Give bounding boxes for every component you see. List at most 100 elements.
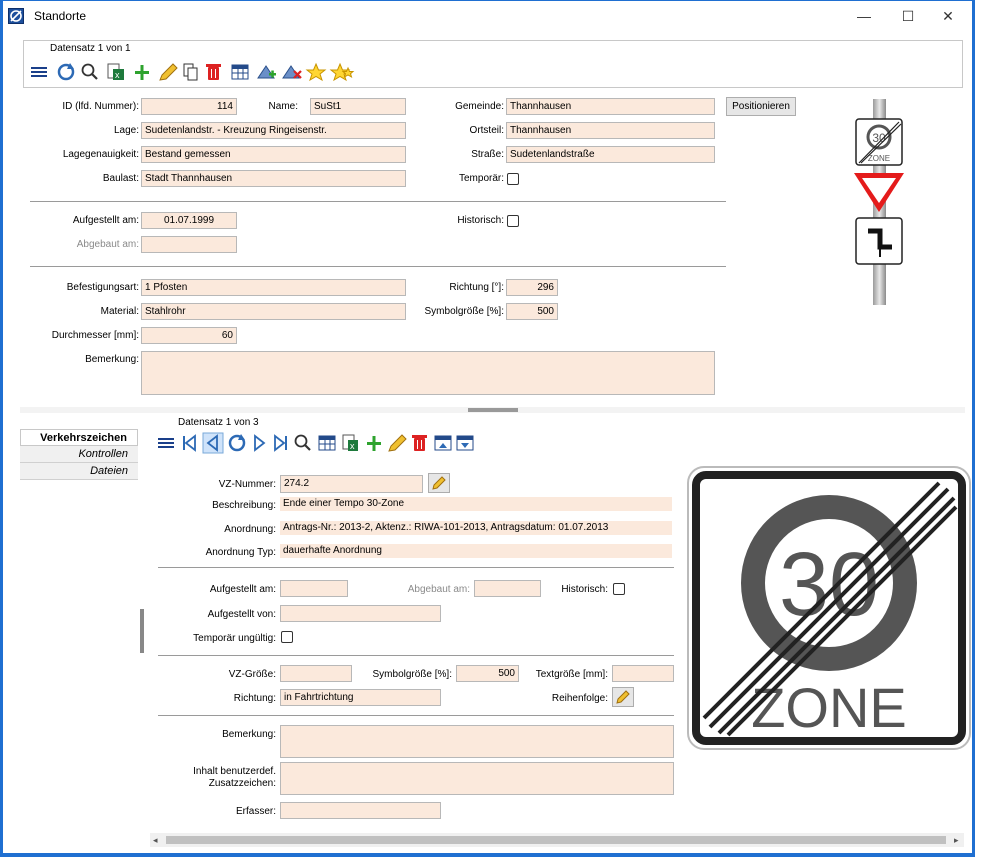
close-button[interactable]: ✕: [932, 5, 964, 27]
menu-icon[interactable]: [31, 67, 47, 77]
divider: [30, 266, 726, 267]
aufgestellt-field[interactable]: [280, 580, 348, 597]
durchmesser-field[interactable]: 60: [141, 327, 237, 344]
temporaer-checkbox[interactable]: [507, 173, 519, 185]
gemeinde-field[interactable]: Thannhausen: [506, 98, 715, 115]
strasse-field[interactable]: Sudetenlandstraße: [506, 146, 715, 163]
abgebaut-field[interactable]: [474, 580, 541, 597]
tab-verkehrszeichen[interactable]: Verkehrszeichen: [20, 429, 138, 446]
symbolgroesse-label: Symbolgröße [%]:: [424, 306, 504, 317]
vz-nummer-field[interactable]: 274.2: [280, 475, 423, 493]
favorites-icon[interactable]: [329, 62, 355, 82]
favorite-icon[interactable]: [305, 62, 327, 82]
temporaer-label: Temporär:: [458, 173, 504, 184]
svg-text:30: 30: [779, 535, 879, 635]
symbolgroesse-label: Symbolgröße [%]:: [372, 669, 452, 680]
anordnung-label: Anordnung:: [224, 524, 276, 535]
map-remove-icon[interactable]: [282, 65, 302, 79]
refresh-icon[interactable]: [228, 434, 246, 452]
id-field[interactable]: 114: [141, 98, 237, 115]
lagegenauigkeit-label: Lagegenauigkeit:: [62, 149, 139, 160]
menu-icon[interactable]: [158, 438, 174, 448]
delete-icon[interactable]: [206, 64, 221, 80]
richtung-label: Richtung [°]:: [449, 282, 504, 293]
search-icon[interactable]: [294, 434, 311, 451]
bottom-toolbar-icons: x: [158, 432, 474, 454]
bemerkung-label: Bemerkung:: [222, 729, 276, 740]
priority-road-sign-icon: [855, 217, 903, 265]
excel-export-icon[interactable]: x: [107, 63, 124, 80]
historisch-checkbox[interactable]: [613, 583, 625, 595]
minimize-button[interactable]: —: [848, 5, 880, 27]
add-icon[interactable]: [135, 65, 149, 80]
bemerkung-field[interactable]: [280, 725, 674, 758]
bemerkung-field[interactable]: [141, 351, 715, 395]
record-counter: Datensatz 1 von 3: [178, 417, 259, 428]
zone-sign-small-icon: 30 ZONE: [855, 118, 903, 166]
maximize-button[interactable]: ☐: [892, 5, 924, 27]
table-view-icon[interactable]: [318, 435, 336, 451]
refresh-icon[interactable]: [57, 63, 75, 81]
material-field[interactable]: Stahlrohr: [141, 303, 406, 320]
textgroesse-field[interactable]: [612, 665, 674, 682]
app-icon: [8, 8, 24, 24]
table-view-icon[interactable]: [231, 64, 249, 80]
temporaer-checkbox[interactable]: [281, 631, 293, 643]
lage-label: Lage:: [113, 125, 139, 136]
richtung-field[interactable]: 296: [506, 279, 558, 296]
scroll-right-icon[interactable]: ▸: [954, 833, 959, 847]
previous-record-icon[interactable]: [202, 432, 224, 454]
befestigung-label: Befestigungsart:: [66, 282, 139, 293]
delete-icon[interactable]: [412, 435, 427, 451]
befestigung-field[interactable]: 1 Pfosten: [141, 279, 406, 296]
aufgestellt-label: Aufgestellt am:: [209, 584, 276, 595]
vz-groesse-field[interactable]: [280, 665, 352, 682]
positionieren-button[interactable]: Positionieren: [726, 97, 796, 116]
move-up-icon[interactable]: [434, 435, 452, 451]
name-field[interactable]: SuSt1: [310, 98, 406, 115]
id-label: ID (lfd. Nummer):: [62, 101, 139, 112]
last-record-icon[interactable]: [274, 434, 287, 452]
erfasser-field[interactable]: [280, 802, 441, 819]
aufgestellt-von-field[interactable]: [280, 605, 441, 622]
aufgestellt-label: Aufgestellt am:: [72, 215, 139, 226]
map-add-icon[interactable]: [257, 65, 276, 79]
first-record-icon[interactable]: [183, 434, 196, 452]
search-icon[interactable]: [81, 63, 98, 80]
symbolgroesse-field[interactable]: 500: [506, 303, 558, 320]
divider: [30, 201, 726, 202]
tab-list: Verkehrszeichen Kontrollen Dateien: [20, 429, 138, 849]
baulast-field[interactable]: Stadt Thannhausen: [141, 170, 406, 187]
symbolgroesse-field[interactable]: 500: [456, 665, 519, 682]
edit-icon[interactable]: [159, 63, 178, 81]
scrollbar-thumb[interactable]: [166, 836, 946, 844]
tab-kontrollen[interactable]: Kontrollen: [20, 446, 138, 463]
move-down-icon[interactable]: [456, 435, 474, 451]
standort-panel: Datensatz 1 von 1 x ID (lfd. Nummer): 11…: [20, 31, 965, 407]
reihenfolge-button[interactable]: [612, 687, 634, 707]
divider: [158, 567, 674, 568]
vz-groesse-label: VZ-Größe:: [228, 669, 276, 680]
lage-field[interactable]: Sudetenlandstr. - Kreuzung Ringeisenstr.: [141, 122, 406, 139]
inhalt-field[interactable]: [280, 762, 674, 795]
richtung-field[interactable]: in Fahrtrichtung: [280, 689, 441, 706]
copy-icon[interactable]: [183, 63, 198, 81]
horizontal-scrollbar[interactable]: ◂ ▸: [150, 833, 964, 847]
next-record-icon[interactable]: [254, 434, 266, 452]
panel-resize-handle[interactable]: [140, 609, 144, 653]
splitter-handle[interactable]: [468, 408, 518, 412]
add-icon[interactable]: [367, 436, 381, 451]
pencil-icon: [616, 690, 630, 704]
abgebaut-field[interactable]: [141, 236, 237, 253]
vz-nummer-edit-button[interactable]: [428, 473, 450, 493]
ortsteil-field[interactable]: Thannhausen: [506, 122, 715, 139]
inhalt-label-line2: Zusatzzeichen:: [208, 778, 276, 789]
tab-dateien[interactable]: Dateien: [20, 463, 138, 480]
edit-icon[interactable]: [388, 434, 407, 452]
divider: [158, 655, 674, 656]
scroll-left-icon[interactable]: ◂: [153, 833, 158, 847]
aufgestellt-field[interactable]: 01.07.1999: [141, 212, 237, 229]
lagegenauigkeit-field[interactable]: Bestand gemessen: [141, 146, 406, 163]
excel-export-icon[interactable]: x: [342, 434, 358, 451]
historisch-checkbox[interactable]: [507, 215, 519, 227]
